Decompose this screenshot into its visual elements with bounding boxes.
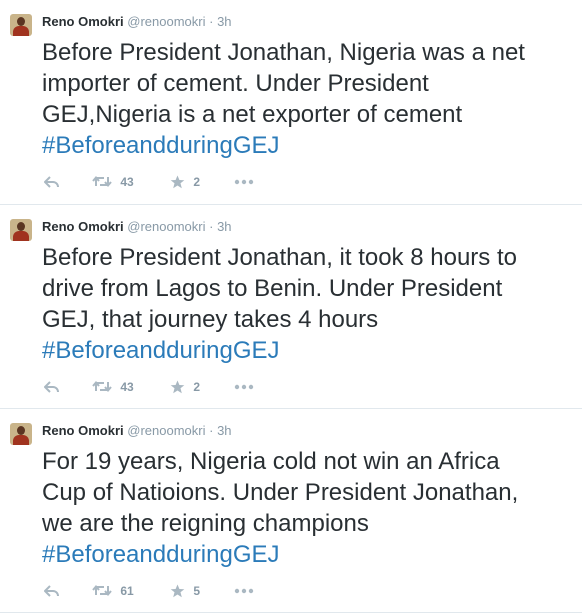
more-button[interactable] <box>234 171 258 191</box>
more-icon <box>234 179 254 185</box>
favorite-count: 5 <box>193 583 201 598</box>
more-icon <box>234 384 254 390</box>
tweet-text: Before President Jonathan, Nigeria was a… <box>42 37 572 161</box>
avatar[interactable] <box>10 14 32 36</box>
star-icon <box>170 175 185 189</box>
more-button[interactable] <box>234 376 258 396</box>
retweet-count: 61 <box>120 583 134 598</box>
star-icon <box>170 380 185 394</box>
tweet[interactable]: Reno Omokri @renoomokri · 3h For 19 year… <box>0 409 582 613</box>
retweet-button[interactable]: 43 <box>92 171 152 191</box>
timestamp[interactable]: 3h <box>217 219 231 234</box>
tweet-text-line: we are the reigning champions <box>42 510 369 537</box>
retweet-button[interactable]: 61 <box>92 580 152 600</box>
hashtag-link[interactable]: #BeforeandduringGEJ <box>42 539 572 570</box>
retweet-count: 43 <box>120 174 134 189</box>
tweet-text-line: importer of cement. Under President <box>42 70 429 97</box>
tweet-text-line: Before President Jonathan, it took 8 hou… <box>42 244 517 271</box>
reply-button[interactable] <box>44 171 64 191</box>
tweet-text-line: Before President Jonathan, Nigeria was a… <box>42 39 525 66</box>
tweet-header: Reno Omokri @renoomokri · 3h <box>42 219 232 235</box>
hashtag-link[interactable]: #BeforeandduringGEJ <box>42 130 572 161</box>
tweet-text-line: GEJ, that journey takes 4 hours <box>42 306 379 333</box>
more-button[interactable] <box>234 580 258 600</box>
tweet-text-line: Cup of Natioions. Under President Jonath… <box>42 479 519 506</box>
retweet-icon <box>92 585 112 597</box>
retweet-count: 43 <box>120 379 134 394</box>
separator: · <box>209 14 214 29</box>
timestamp[interactable]: 3h <box>217 14 231 29</box>
tweet-header: Reno Omokri @renoomokri · 3h <box>42 14 232 30</box>
tweet-header: Reno Omokri @renoomokri · 3h <box>42 423 232 439</box>
star-icon <box>170 584 185 598</box>
username[interactable]: @renoomokri <box>127 423 205 438</box>
timestamp[interactable]: 3h <box>217 423 231 438</box>
avatar[interactable] <box>10 423 32 445</box>
fullname[interactable]: Reno Omokri <box>42 14 124 29</box>
favorite-count: 2 <box>193 174 201 189</box>
reply-icon <box>44 176 59 188</box>
separator: · <box>209 423 214 438</box>
favorite-button[interactable]: 2 <box>170 171 220 191</box>
username[interactable]: @renoomokri <box>127 14 205 29</box>
more-icon <box>234 588 254 594</box>
retweet-icon <box>92 176 112 188</box>
reply-icon <box>44 381 59 393</box>
retweet-icon <box>92 381 112 393</box>
tweet-text-line: For 19 years, Nigeria cold not win an Af… <box>42 448 500 475</box>
tweet-text-line: GEJ,Nigeria is a net exporter of cement <box>42 101 463 128</box>
reply-icon <box>44 585 59 597</box>
favorite-count: 2 <box>193 379 201 394</box>
tweet-text-line: drive from Lagos to Benin. Under Preside… <box>42 275 503 302</box>
avatar[interactable] <box>10 219 32 241</box>
favorite-button[interactable]: 5 <box>170 580 220 600</box>
tweet-text: For 19 years, Nigeria cold not win an Af… <box>42 446 572 570</box>
favorite-button[interactable]: 2 <box>170 376 220 396</box>
fullname[interactable]: Reno Omokri <box>42 423 124 438</box>
reply-button[interactable] <box>44 580 64 600</box>
reply-button[interactable] <box>44 376 64 396</box>
tweet-text: Before President Jonathan, it took 8 hou… <box>42 242 572 366</box>
tweet[interactable]: Reno Omokri @renoomokri · 3h Before Pres… <box>0 205 582 409</box>
fullname[interactable]: Reno Omokri <box>42 219 124 234</box>
retweet-button[interactable]: 43 <box>92 376 152 396</box>
username[interactable]: @renoomokri <box>127 219 205 234</box>
separator: · <box>209 219 214 234</box>
hashtag-link[interactable]: #BeforeandduringGEJ <box>42 335 572 366</box>
tweet[interactable]: Reno Omokri @renoomokri · 3h Before Pres… <box>0 0 582 205</box>
